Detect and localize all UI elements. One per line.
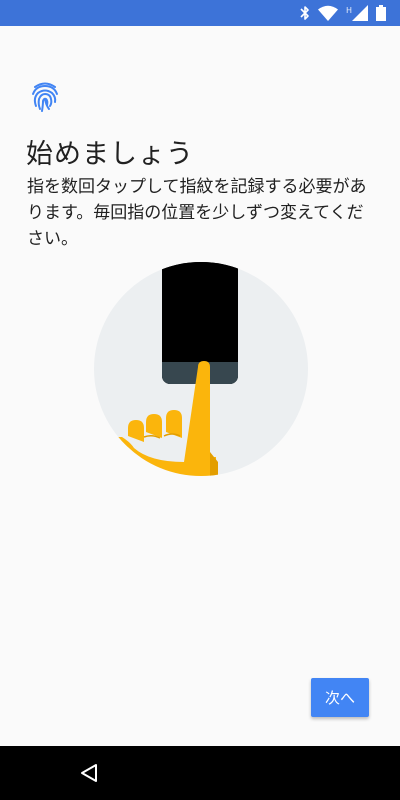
battery-icon	[376, 5, 386, 21]
navigation-bar	[0, 746, 400, 800]
page-title: 始めましょう	[26, 139, 194, 170]
fingerprint-setup-screen: H 始めましょう 指を数回タップして指紋を記録する必要があります。毎回指の位置を…	[0, 0, 400, 800]
fingerprint-icon	[32, 82, 58, 112]
status-bar: H	[0, 0, 400, 26]
back-button[interactable]	[74, 758, 104, 788]
wifi-icon	[318, 5, 338, 21]
network-type-label: H	[346, 6, 352, 15]
instruction-text: 指を数回タップして指紋を記録する必要があります。毎回指の位置を少しずつ変えてくだ…	[27, 177, 367, 249]
signal-h-icon: H	[346, 5, 368, 21]
bluetooth-icon	[300, 6, 309, 20]
status-icons: H	[300, 4, 386, 22]
next-button[interactable]: 次へ	[311, 678, 369, 717]
back-icon	[81, 764, 97, 782]
fingerprint-enrollment-illustration	[94, 262, 308, 476]
